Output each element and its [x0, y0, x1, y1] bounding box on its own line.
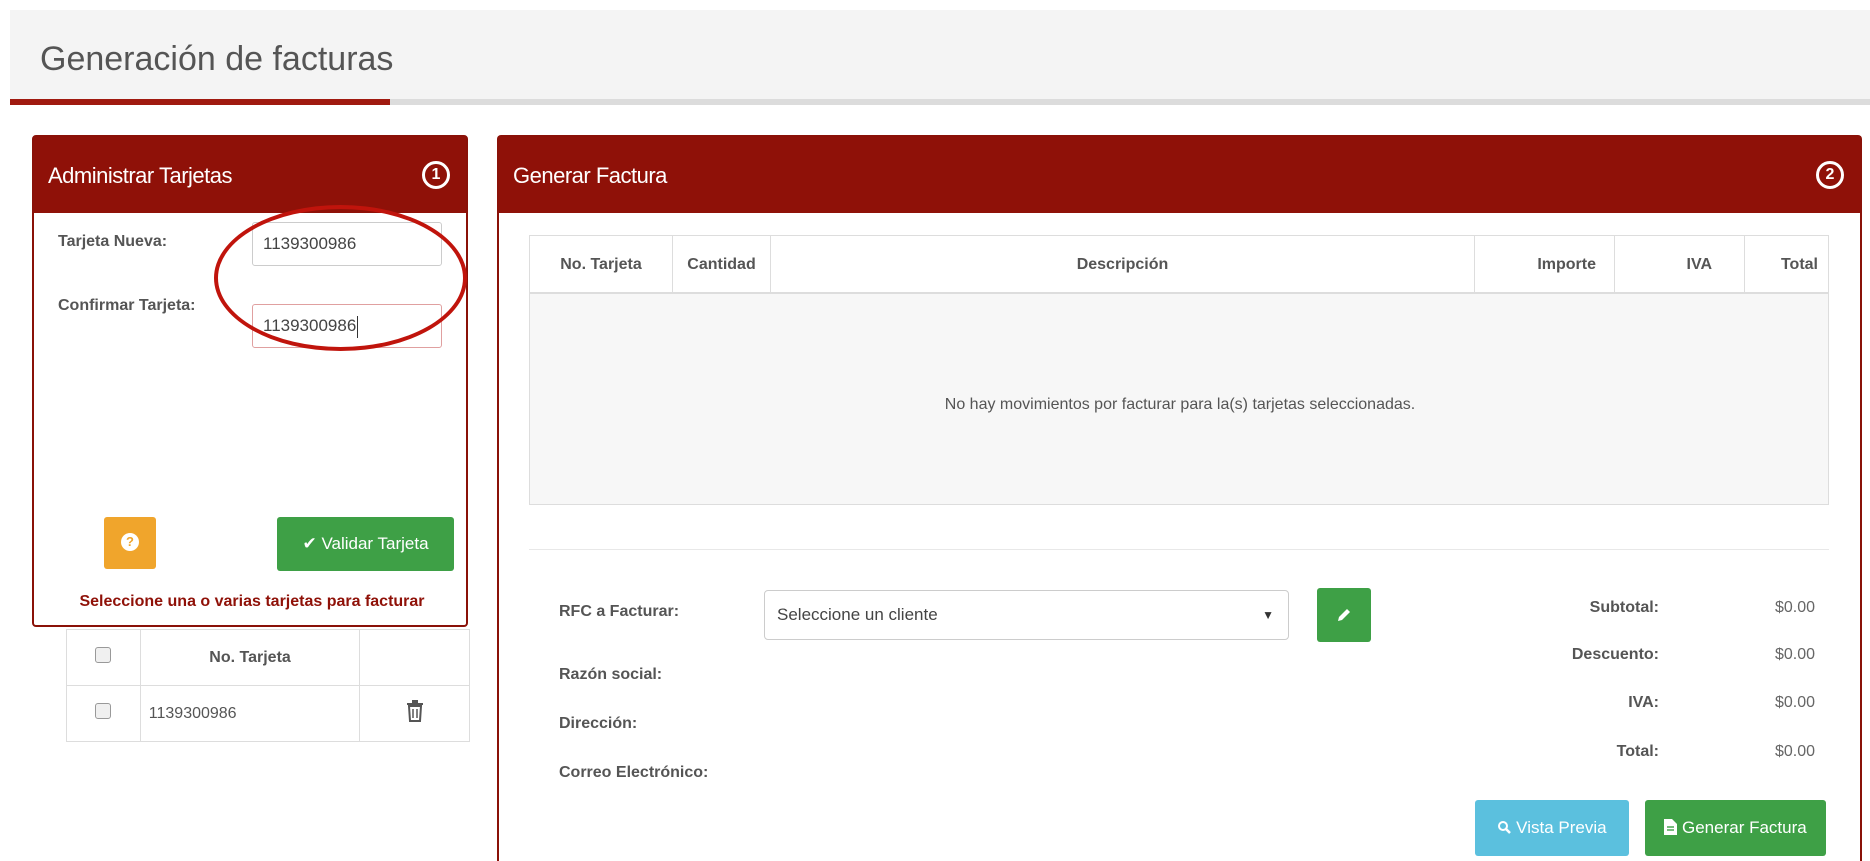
red-annotation-circle: [214, 205, 467, 351]
select-cards-hint: Seleccione una o varias tarjetas para fa…: [79, 593, 425, 610]
card-number-header: No. Tarjeta: [139, 629, 361, 686]
col-quantity: Cantidad: [673, 236, 771, 294]
validate-card-button[interactable]: ✔ Validar Tarjeta: [277, 517, 454, 571]
step-2-badge: 2: [1816, 161, 1844, 189]
generate-invoice-label: Generar Factura: [1682, 818, 1807, 837]
confirm-card-label: Confirmar Tarjeta:: [58, 297, 196, 314]
subtotal-value: $0.00: [1774, 599, 1815, 616]
row-checkbox[interactable]: [95, 703, 112, 719]
dropdown-arrow-icon: ▼: [1262, 608, 1274, 622]
help-button[interactable]: ?: [104, 517, 156, 569]
page-title: Generación de facturas: [40, 40, 394, 78]
iva-label: IVA:: [1628, 694, 1659, 711]
section-divider: [529, 549, 1829, 550]
manage-cards-panel: Administrar Tarjetas 1 Tarjeta Nueva: 11…: [32, 135, 470, 742]
cards-table-header: No. Tarjeta: [66, 629, 470, 686]
iva-value: $0.00: [1774, 694, 1815, 711]
trash-icon[interactable]: [406, 700, 424, 722]
panel-header: Administrar Tarjetas 1: [34, 137, 466, 213]
col-total: Total: [1780, 256, 1818, 273]
preview-button[interactable]: Vista Previa: [1475, 800, 1629, 856]
total-value: $0.00: [1774, 743, 1815, 760]
edit-client-button[interactable]: [1317, 588, 1371, 642]
preview-label: Vista Previa: [1516, 818, 1607, 837]
validate-card-label: Validar Tarjeta: [321, 534, 429, 553]
panel-header: Generar Factura 2: [499, 137, 1860, 213]
actions-header: [359, 629, 470, 686]
generate-invoice-button[interactable]: Generar Factura: [1645, 800, 1826, 856]
col-amount: Importe: [1475, 236, 1615, 294]
row-checkbox-cell: [66, 685, 141, 742]
empty-table-message: No hay movimientos por facturar para la(…: [944, 396, 1416, 413]
email-label: Correo Electrónico:: [559, 764, 709, 781]
razon-social-label: Razón social:: [559, 666, 663, 683]
rfc-select-value: Seleccione un cliente: [777, 605, 938, 624]
card-number-cell: 1139300986: [139, 685, 361, 742]
col-card-number: No. Tarjeta: [530, 236, 673, 294]
total-label: Total:: [1616, 743, 1659, 760]
file-icon: [1664, 819, 1678, 835]
question-circle-icon: ?: [121, 533, 139, 551]
new-card-label: Tarjeta Nueva:: [58, 233, 168, 250]
panel-title: Administrar Tarjetas: [48, 163, 233, 188]
select-all-cell: [66, 629, 141, 686]
col-iva: IVA: [1615, 236, 1745, 294]
check-icon: ✔: [302, 534, 317, 553]
panel-title: Generar Factura: [513, 163, 667, 188]
step-1-badge: 1: [422, 161, 450, 189]
page-header: Generación de facturas: [10, 10, 1870, 105]
generate-invoice-panel: Generar Factura 2 No. Tarjeta Cantidad D…: [497, 135, 1862, 861]
rfc-label: RFC a Facturar:: [559, 603, 680, 620]
subtotal-label: Subtotal:: [1589, 599, 1659, 616]
discount-label: Descuento:: [1571, 646, 1659, 663]
select-all-checkbox[interactable]: [95, 647, 112, 663]
header-accent-bar: [10, 99, 390, 105]
search-icon: [1498, 821, 1512, 834]
col-description: Descripción: [771, 236, 1475, 294]
rfc-client-select[interactable]: Seleccione un cliente ▼: [764, 590, 1289, 640]
cards-table: No. Tarjeta 1139300986: [66, 629, 470, 742]
address-label: Dirección:: [559, 715, 638, 732]
invoice-table-header: No. Tarjeta Cantidad Descripción Importe…: [530, 236, 1828, 294]
delete-cell: [359, 685, 470, 742]
invoice-items-table: No. Tarjeta Cantidad Descripción Importe…: [529, 235, 1829, 505]
pencil-icon: [1338, 609, 1350, 621]
discount-value: $0.00: [1774, 646, 1815, 663]
table-row: 1139300986: [66, 685, 470, 742]
